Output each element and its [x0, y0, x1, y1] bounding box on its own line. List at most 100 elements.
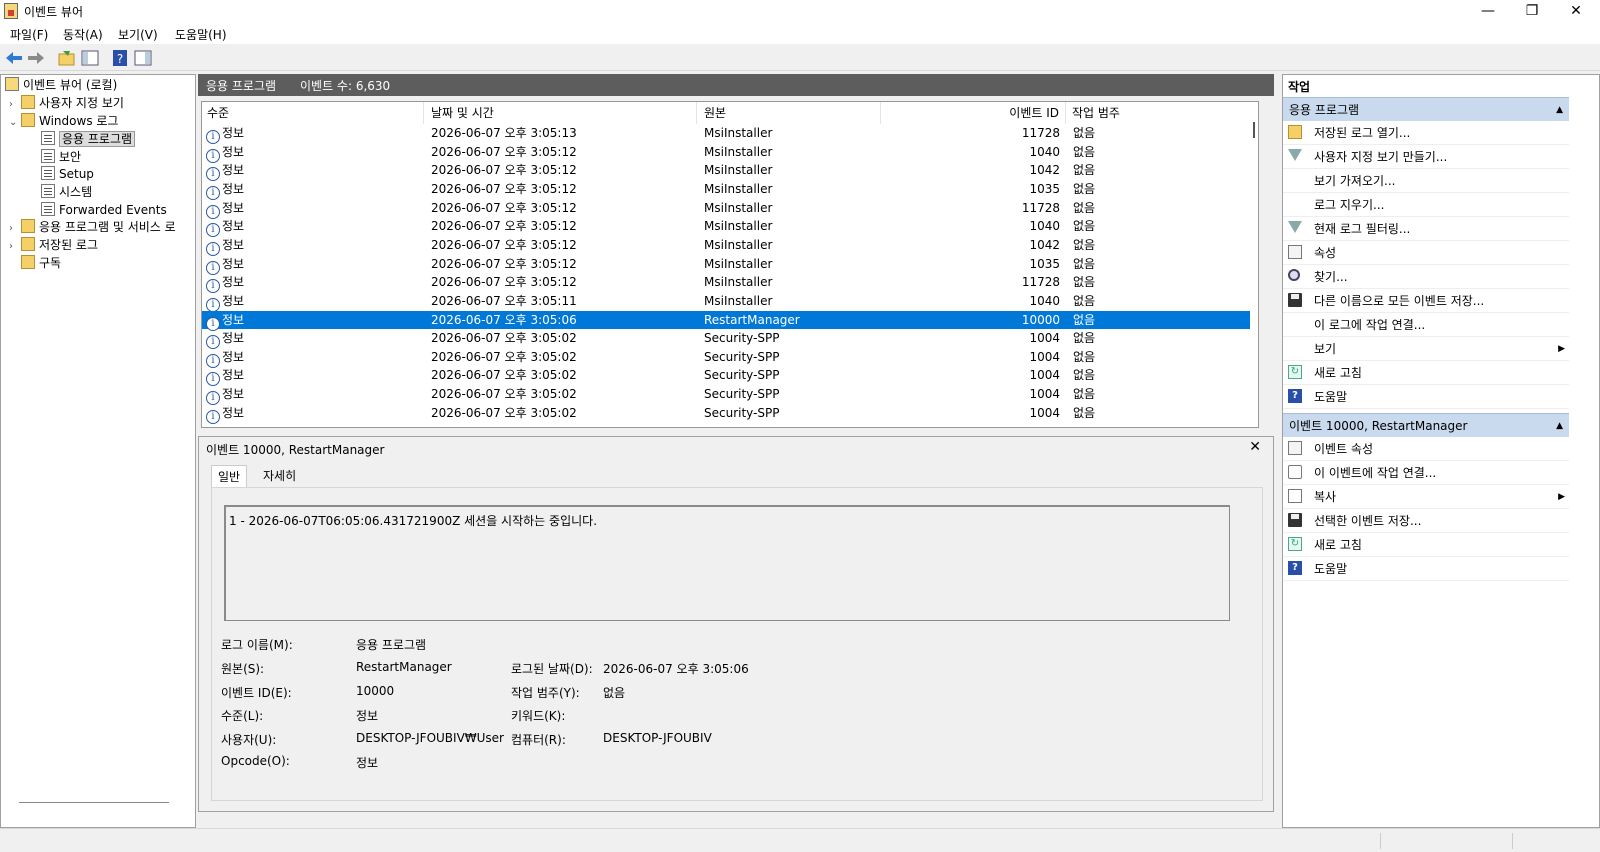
tree-root[interactable]: 이벤트 뷰어 (로컬) [5, 76, 117, 94]
horizontal-scrollbar[interactable] [19, 802, 169, 803]
level-text: 정보 [222, 126, 245, 140]
scrollbar-thumb[interactable] [1253, 122, 1255, 138]
table-row[interactable]: i 정보 2026-06-07 오후 3:05:12 MsiInstaller 1172… [202, 199, 1252, 219]
action-create-custom-view[interactable]: 사용자 지정 보기 만들기... [1283, 145, 1569, 169]
actions-section-event[interactable]: 이벤트 10000, RestartManager ▲ [1283, 413, 1569, 437]
action-import-view[interactable]: 보기 가져오기... [1283, 169, 1569, 193]
action-find[interactable]: 찾기... [1283, 265, 1569, 289]
row-date: 2026-06-07 오후 3:05:02 [431, 349, 577, 364]
row-source: Security-SPP [704, 331, 780, 346]
row-level: i 정보 [206, 161, 244, 182]
action-properties[interactable]: 속성 [1283, 241, 1569, 265]
action-save-all-events[interactable]: 다른 이름으로 모든 이벤트 저장... [1283, 289, 1569, 313]
value-log-name[interactable]: 응용 프로그램 [356, 636, 426, 653]
column-source[interactable]: 원본 [697, 102, 881, 124]
table-row[interactable]: i 정보 2026-06-07 오후 3:05:11 MsiInstaller 1040… [202, 292, 1252, 312]
open-folder-icon[interactable] [57, 48, 77, 68]
column-level[interactable]: 수준 [202, 102, 424, 124]
action-event-properties[interactable]: 이벤트 속성 [1283, 437, 1569, 461]
table-row[interactable]: i 정보 2026-06-07 오후 3:05:12 MsiInstaller 1040… [202, 143, 1252, 163]
show-tree-icon[interactable] [80, 48, 100, 68]
action-save-selected[interactable]: 선택한 이벤트 저장... [1283, 509, 1569, 533]
action-clear-log[interactable]: 로그 지우기... [1283, 193, 1569, 217]
chevron-down-icon[interactable]: ⌄ [9, 114, 21, 132]
close-icon[interactable]: ✕ [1249, 439, 1261, 455]
table-row[interactable]: i 정보 2026-06-07 오후 3:05:02 Security-SPP 1004… [202, 366, 1252, 387]
row-event-id: 1042 [1029, 237, 1060, 252]
action-copy[interactable]: 복사 ▶ [1283, 485, 1569, 509]
tree-subscriptions[interactable]: 구독 [21, 254, 61, 272]
action-help-event[interactable]: ? 도움말 [1283, 557, 1569, 581]
tree-apps-services[interactable]: › 응용 프로그램 및 서비스 로 [9, 218, 176, 236]
value-source[interactable]: RestartManager [356, 660, 452, 674]
tree-custom-views[interactable]: › 사용자 지정 보기 [9, 94, 124, 112]
row-source: MsiInstaller [704, 275, 773, 290]
back-arrow-icon[interactable] [4, 48, 24, 68]
action-help[interactable]: ? 도움말 [1283, 385, 1569, 409]
menu-help[interactable]: 도움말(H) [175, 26, 227, 43]
close-button[interactable]: ✕ [1554, 0, 1598, 22]
value-user[interactable]: DESKTOP-JFOUBIV₩User [356, 731, 504, 745]
row-date: 2026-06-07 오후 3:05:02 [431, 368, 577, 383]
action-label: 현재 로그 필터링... [1314, 222, 1411, 236]
forward-arrow-icon[interactable] [26, 48, 46, 68]
table-row[interactable]: i 정보 2026-06-07 오후 3:05:13 MsiInstaller 1172… [202, 124, 1252, 144]
value-opcode[interactable]: 정보 [356, 754, 378, 771]
table-row[interactable]: i 정보 2026-06-07 오후 3:05:12 MsiInstaller 1172… [202, 273, 1252, 294]
level-text: 정보 [222, 331, 245, 346]
tree-forwarded-events[interactable]: Forwarded Events [41, 201, 167, 219]
event-message[interactable]: 1 - 2026-06-07T06:05:06.431721900Z 세션을 시… [224, 505, 1230, 621]
action-label: 새로 고침 [1314, 538, 1362, 552]
tab-details[interactable]: 자세히 [257, 465, 302, 487]
column-category[interactable]: 작업 범주 [1066, 102, 1252, 124]
row-category: 없음 [1073, 387, 1096, 402]
collapse-caret-icon[interactable]: ▲ [1556, 414, 1563, 438]
table-row[interactable]: i 정보 2026-06-07 오후 3:05:02 Security-SPP 1004… [202, 348, 1252, 368]
table-row[interactable]: i 정보 2026-06-07 오후 3:05:06 RestartManager 10… [202, 310, 1252, 331]
chevron-right-icon[interactable]: › [9, 238, 21, 256]
action-filter-log[interactable]: 현재 로그 필터링... [1283, 217, 1569, 241]
action-attach-task-event[interactable]: 이 이벤트에 작업 연결... [1283, 461, 1569, 485]
action-refresh-event[interactable]: ↻ 새로 고침 [1283, 533, 1569, 557]
row-source: RestartManager [704, 312, 800, 327]
tree-windows-logs[interactable]: ⌄ Windows 로그 [9, 112, 118, 130]
help-icon[interactable]: ? [110, 48, 130, 68]
table-row[interactable]: i 정보 2026-06-07 오후 3:05:12 MsiInstaller 1035… [202, 180, 1252, 200]
filter-icon [1288, 221, 1302, 233]
column-event-id[interactable]: 이벤트 ID [881, 102, 1066, 124]
action-view[interactable]: 보기 ▶ [1283, 337, 1569, 361]
minimize-button[interactable]: — [1466, 0, 1510, 22]
tree-system-log[interactable]: 시스템 [41, 183, 92, 201]
actions-section-log[interactable]: 응용 프로그램 ▲ [1283, 97, 1569, 121]
menu-file[interactable]: 파일(F) [10, 26, 48, 43]
table-row[interactable]: i 정보 2026-06-07 오후 3:05:02 Security-SPP 1004… [202, 385, 1252, 406]
tab-general[interactable]: 일반 [211, 465, 248, 487]
table-row[interactable]: i 정보 2026-06-07 오후 3:05:02 Security-SPP 1004… [202, 404, 1252, 424]
table-row[interactable]: i 정보 2026-06-07 오후 3:05:12 MsiInstaller 1035… [202, 255, 1252, 275]
maximize-button[interactable]: ❐ [1510, 0, 1554, 22]
table-row[interactable]: i 정보 2026-06-07 오후 3:05:12 MsiInstaller 1042… [202, 161, 1252, 182]
value-logged[interactable]: 2026-06-07 오후 3:05:06 [603, 660, 749, 677]
column-date[interactable]: 날짜 및 시간 [424, 102, 697, 124]
action-refresh[interactable]: ↻ 새로 고침 [1283, 361, 1569, 385]
action-open-saved-log[interactable]: 저장된 로그 열기... [1283, 121, 1569, 145]
action-attach-task-log[interactable]: 이 로그에 작업 연결... [1283, 313, 1569, 337]
show-action-pane-icon[interactable] [133, 48, 153, 68]
event-count: 이벤트 수: 6,630 [300, 79, 391, 93]
vertical-scrollbar[interactable] [1250, 102, 1258, 427]
table-row[interactable]: i 정보 2026-06-07 오후 3:05:12 MsiInstaller 1042… [202, 236, 1252, 256]
tree-security-log[interactable]: 보안 [41, 148, 81, 166]
tree-saved-logs[interactable]: › 저장된 로그 [9, 236, 98, 254]
tree-setup-log[interactable]: Setup [41, 165, 94, 183]
table-row[interactable]: i 정보 2026-06-07 오후 3:05:02 Security-SPP 1004… [202, 329, 1252, 350]
tree-application-log[interactable]: 응용 프로그램 [41, 130, 136, 148]
menu-view[interactable]: 보기(V) [118, 26, 158, 43]
value-event-id[interactable]: 10000 [356, 684, 394, 698]
value-category[interactable]: 없음 [603, 684, 625, 701]
filter-icon [1288, 149, 1302, 161]
table-row[interactable]: i 정보 2026-06-07 오후 3:05:12 MsiInstaller 1040… [202, 217, 1252, 238]
value-computer[interactable]: DESKTOP-JFOUBIV [603, 731, 712, 745]
value-level[interactable]: 정보 [356, 707, 378, 724]
collapse-caret-icon[interactable]: ▲ [1556, 98, 1563, 122]
menu-action[interactable]: 동작(A) [63, 26, 103, 43]
